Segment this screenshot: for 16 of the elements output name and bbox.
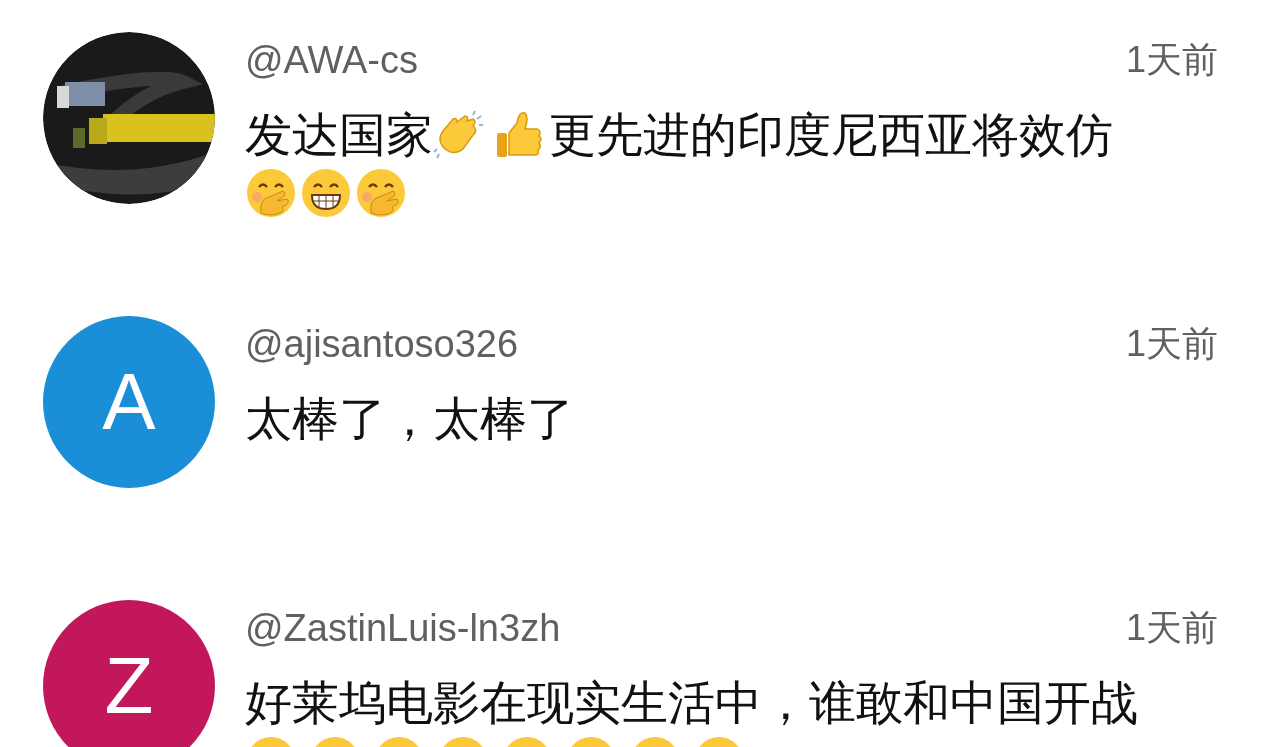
comment-text: 更先进的印度尼西亚将效仿 (549, 107, 1113, 163)
clapping-hands-icon (433, 109, 485, 161)
comment-text: 好莱坞电影在现实生活中，谁敢和中国开战 (245, 675, 1138, 731)
avatar-letter: A (102, 362, 156, 442)
hand-over-mouth-face-icon (355, 167, 407, 219)
hand-over-mouth-face-icon (245, 167, 297, 219)
avatar-letter: Z (104, 646, 154, 726)
grinning-face-icon (300, 167, 352, 219)
username[interactable]: @ZastinLuis-ln3zh (245, 599, 561, 657)
comment-text: 发达国家 (245, 107, 433, 163)
comment-time: 1天前 (1125, 322, 1218, 366)
comment-time: 1天前 (1125, 38, 1218, 82)
username[interactable]: @AWA-cs (245, 31, 418, 89)
comment-text: 太棒了，太棒了 (245, 391, 574, 447)
comment-time: 1天前 (1125, 606, 1218, 650)
username[interactable]: @ajisantoso326 (245, 315, 519, 373)
